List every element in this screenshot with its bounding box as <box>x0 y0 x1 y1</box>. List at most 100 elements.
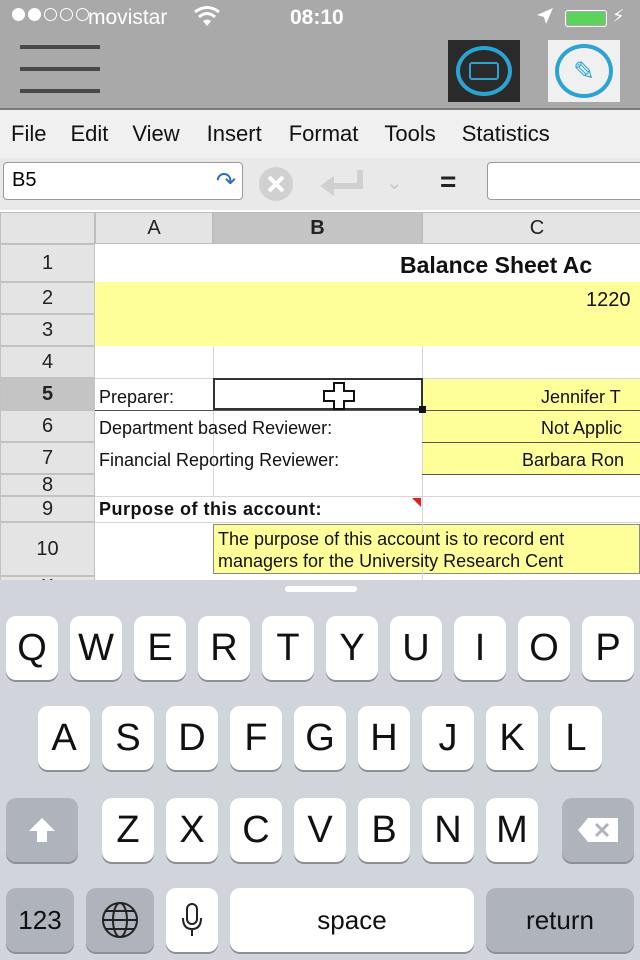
row-header-10[interactable]: 10 <box>0 522 95 576</box>
selected-cell-b5[interactable] <box>213 378 426 413</box>
key-c[interactable]: C <box>230 798 282 862</box>
backspace-icon <box>578 818 618 842</box>
key-x[interactable]: X <box>166 798 218 862</box>
menu-edit[interactable]: Edit <box>70 121 108 147</box>
menu-insert[interactable]: Insert <box>207 121 262 147</box>
row-header-6[interactable]: 6 <box>0 410 95 442</box>
cancel-icon[interactable] <box>258 166 294 207</box>
shift-icon <box>29 818 55 842</box>
spreadsheet-grid: A B C 1 2 3 4 5 6 7 8 9 10 11 Balance Sh… <box>0 212 640 584</box>
key-a[interactable]: A <box>38 706 90 770</box>
location-arrow-icon <box>535 6 555 32</box>
keyboard-toggle-button[interactable] <box>448 40 520 102</box>
key-n[interactable]: N <box>422 798 474 862</box>
carrier-name: movistar <box>88 6 168 29</box>
signal-icon <box>12 8 89 21</box>
key-e[interactable]: E <box>134 616 186 680</box>
hamburger-icon[interactable] <box>20 45 100 97</box>
name-box[interactable]: B5 ↷ <box>3 162 243 200</box>
onscreen-keyboard: Q W E R T Y U I O P A S D F G H J K L Z … <box>0 580 640 960</box>
preparer-label[interactable]: Preparer: <box>99 384 174 410</box>
fin-reviewer-label[interactable]: Financial Reporting Reviewer: <box>99 447 339 473</box>
row-header-4[interactable]: 4 <box>0 346 95 378</box>
delete-key[interactable] <box>562 798 634 862</box>
column-header-c[interactable]: C <box>422 212 640 244</box>
key-g[interactable]: G <box>294 706 346 770</box>
globe-key[interactable] <box>86 888 154 952</box>
account-number-band <box>95 282 640 346</box>
chevron-down-icon[interactable]: ⌄ <box>386 170 403 195</box>
accept-icon[interactable] <box>318 168 366 205</box>
row-header-1[interactable]: 1 <box>0 244 95 282</box>
key-y[interactable]: Y <box>326 616 378 680</box>
key-p[interactable]: P <box>582 616 634 680</box>
return-key[interactable]: return <box>486 888 634 952</box>
account-number[interactable]: 1220 <box>586 286 631 314</box>
comment-indicator-icon <box>412 498 421 507</box>
dictation-key[interactable] <box>166 888 218 952</box>
row-header-7[interactable]: 7 <box>0 442 95 474</box>
key-f[interactable]: F <box>230 706 282 770</box>
fill-handle[interactable] <box>419 406 426 413</box>
keyboard-handle[interactable] <box>285 586 357 592</box>
purpose-text-line-2[interactable]: managers for the University Research Cen… <box>218 549 563 573</box>
sheet-title[interactable]: Balance Sheet Ac <box>400 250 592 280</box>
fin-reviewer-value[interactable]: Barbara Ron <box>522 447 624 473</box>
row-header-5[interactable]: 5 <box>0 378 95 410</box>
key-o[interactable]: O <box>518 616 570 680</box>
purpose-label[interactable]: Purpose of this account: <box>99 498 322 520</box>
keyboard-icon <box>456 46 512 96</box>
key-t[interactable]: T <box>262 616 314 680</box>
dept-reviewer-value[interactable]: Not Applic <box>541 415 622 441</box>
charging-icon: ⚡ <box>612 6 625 26</box>
key-v[interactable]: V <box>294 798 346 862</box>
menu-statistics[interactable]: Statistics <box>462 121 550 147</box>
edit-icon: ✎ <box>555 44 613 98</box>
menu-bar: File Edit View Insert Format Tools Stati… <box>0 108 640 158</box>
formula-equals[interactable]: = <box>440 166 456 198</box>
microphone-icon <box>182 903 202 936</box>
status-time: 08:10 <box>290 6 344 29</box>
row-header-2[interactable]: 2 <box>0 282 95 314</box>
key-r[interactable]: R <box>198 616 250 680</box>
formula-bar: B5 ↷ ⌄ = <box>0 158 640 210</box>
key-w[interactable]: W <box>70 616 122 680</box>
goto-arrow-icon[interactable]: ↷ <box>216 167 236 196</box>
purpose-text-line-1[interactable]: The purpose of this account is to record… <box>218 527 564 551</box>
row-header-3[interactable]: 3 <box>0 314 95 346</box>
key-m[interactable]: M <box>486 798 538 862</box>
key-l[interactable]: L <box>550 706 602 770</box>
key-u[interactable]: U <box>390 616 442 680</box>
app-toolbar: movistar 08:10 ⚡ ✎ <box>0 0 640 108</box>
key-j[interactable]: J <box>422 706 474 770</box>
numbers-key[interactable]: 123 <box>6 888 74 952</box>
space-key[interactable]: space <box>230 888 474 952</box>
key-b[interactable]: B <box>358 798 410 862</box>
dept-reviewer-label[interactable]: Department based Reviewer: <box>99 415 332 441</box>
menu-view[interactable]: View <box>132 121 179 147</box>
key-d[interactable]: D <box>166 706 218 770</box>
row-header-8[interactable]: 8 <box>0 474 95 496</box>
cursor-cross-icon <box>323 382 355 415</box>
key-z[interactable]: Z <box>102 798 154 862</box>
globe-icon <box>102 902 138 938</box>
wifi-icon <box>194 6 220 34</box>
shift-key[interactable] <box>6 798 78 862</box>
preparer-value[interactable]: Jennifer T <box>541 384 621 410</box>
key-k[interactable]: K <box>486 706 538 770</box>
column-header-a[interactable]: A <box>95 212 213 244</box>
key-i[interactable]: I <box>454 616 506 680</box>
menu-tools[interactable]: Tools <box>384 121 435 147</box>
corner-header[interactable] <box>0 212 95 244</box>
edit-mode-button[interactable]: ✎ <box>548 40 620 102</box>
row-header-9[interactable]: 9 <box>0 496 95 522</box>
key-h[interactable]: H <box>358 706 410 770</box>
column-header-b[interactable]: B <box>213 212 422 244</box>
menu-format[interactable]: Format <box>289 121 359 147</box>
battery-icon <box>565 10 607 27</box>
menu-file[interactable]: File <box>11 121 46 147</box>
formula-input[interactable] <box>487 162 640 200</box>
key-q[interactable]: Q <box>6 616 58 680</box>
key-s[interactable]: S <box>102 706 154 770</box>
status-bar: movistar 08:10 ⚡ <box>0 0 640 36</box>
